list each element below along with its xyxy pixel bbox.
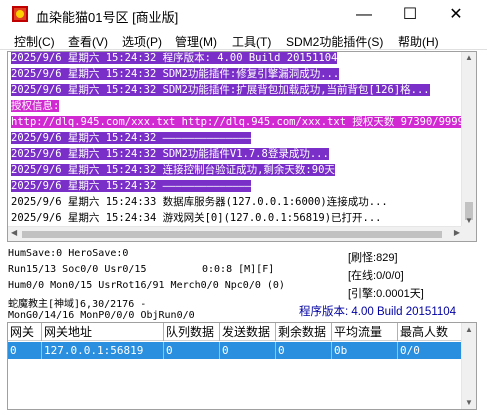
menu-control[interactable]: 控制(C) <box>14 33 55 50</box>
log-line: 2025/9/6 星期六 15:24:32 连接控制台验证成功,剩余天数:90天 <box>11 162 335 178</box>
scroll-down-arrow-icon[interactable]: ▼ <box>465 216 473 225</box>
log-line: http://dlq.945.com/xxx.txt http://dlq.94… <box>11 114 471 130</box>
column-header[interactable]: 网关 <box>8 323 42 341</box>
status-save: HumSave:0 HeroSave:0 <box>8 248 129 259</box>
log-line: 2025/9/6 星期六 15:24:34 游戏网关[0](127.0.0.1:… <box>11 210 382 226</box>
log-text: 2025/9/6 星期六 15:24:32 SDM2功能插件:修复引擎漏洞成功.… <box>11 68 340 80</box>
column-header[interactable]: 发送数据 <box>220 323 276 341</box>
scroll-thumb[interactable] <box>22 231 442 238</box>
log-text: http://dlq.945.com/xxx.txt http://dlq.94… <box>11 116 471 128</box>
log-text: 2025/9/6 星期六 15:24:32 程序版本: 4.00 Build 2… <box>11 52 338 64</box>
scroll-up-arrow-icon[interactable]: ▲ <box>465 53 473 62</box>
log-vertical-scrollbar[interactable]: ▲ ▼ <box>461 52 476 226</box>
log-panel[interactable]: 2025/9/6 星期六 15:24:32 程序版本: 4.00 Build 2… <box>7 51 477 242</box>
refresh-count: [刷怪:829] <box>348 252 398 264</box>
title-bar: 血染能猫01号区 [商业版] — ☐ ✕ <box>0 0 487 30</box>
log-line: 2025/9/6 星期六 15:24:32 SDM2功能插件:修复引擎漏洞成功.… <box>11 66 340 82</box>
log-text: 2025/9/6 星期六 15:24:32 连接控制台验证成功,剩余天数:90天 <box>11 164 335 176</box>
scroll-up-arrow-icon[interactable]: ▲ <box>465 325 473 334</box>
app-icon <box>12 6 28 22</box>
program-version: 程序版本: 4.00 Build 20151104 <box>299 306 457 318</box>
status-monsters: MonG0/14/16 MonP0/0/0 ObjRun0/0 <box>8 310 195 321</box>
log-text: 授权信息: <box>11 100 60 112</box>
column-header[interactable]: 队列数据 <box>164 323 220 341</box>
column-header[interactable]: 网关地址 <box>42 323 164 341</box>
scroll-left-arrow-icon[interactable]: ◀ <box>11 228 17 237</box>
column-header[interactable]: 最高人数 <box>398 323 463 341</box>
menu-view[interactable]: 查看(V) <box>68 33 108 50</box>
log-text: 2025/9/6 星期六 15:24:32 SDM2功能插件V1.7.8登录成功… <box>11 148 329 160</box>
table-cell: 0b <box>332 342 398 359</box>
log-text: 2025/9/6 星期六 15:24:33 数据库服务器(127.0.0.1:6… <box>11 196 388 208</box>
log-text: 2025/9/6 星期六 15:24:32 —————————————— <box>11 132 252 144</box>
engine-days: [引擎:0.0001天] <box>348 288 424 300</box>
table-header: 网关 网关地址 队列数据 发送数据 剩余数据 平均流量 最高人数 <box>8 323 476 341</box>
table-cell: 0 <box>164 342 220 359</box>
log-line: 2025/9/6 星期六 15:24:33 数据库服务器(127.0.0.1:6… <box>11 194 388 210</box>
status-timer: 0:0:8 [M][F] <box>202 264 275 275</box>
status-boss: 蛇魔教主[神域]6,30/2176 - <box>8 299 147 310</box>
window-title: 血染能猫01号区 [商业版] <box>36 10 179 25</box>
menu-sdm2-plugin[interactable]: SDM2功能插件(S) <box>286 33 383 50</box>
scroll-down-arrow-icon[interactable]: ▼ <box>465 398 473 407</box>
table-cell: 0 <box>220 342 276 359</box>
table-cell: 0 <box>276 342 332 359</box>
table-row[interactable]: 0 127.0.0.1:56819 0 0 0 0b 0/0 <box>8 342 463 359</box>
status-humans: Hum0/0 Mon0/15 UsrRot16/91 Merch0/0 Npc0… <box>8 280 285 291</box>
table-cell: 0 <box>8 342 42 359</box>
scroll-corner <box>461 226 476 241</box>
maximize-button[interactable]: ☐ <box>387 0 433 30</box>
menu-bar: 控制(C) 查看(V) 选项(P) 管理(M) 工具(T) SDM2功能插件(S… <box>0 30 487 50</box>
menu-options[interactable]: 选项(P) <box>122 33 162 50</box>
log-line: 2025/9/6 星期六 15:24:32 —————————————— <box>11 178 252 194</box>
log-text: 2025/9/6 星期六 15:24:32 SDM2功能插件:扩展背包加载成功,… <box>11 84 430 96</box>
close-button[interactable]: ✕ <box>433 0 479 30</box>
menu-help[interactable]: 帮助(H) <box>398 33 439 50</box>
log-text: 2025/9/6 星期六 15:24:32 —————————————— <box>11 180 252 192</box>
table-cell: 0/0 <box>398 342 463 359</box>
status-run: Run15/13 Soc0/0 Usr0/15 <box>8 264 147 275</box>
table-vertical-scrollbar[interactable]: ▲ ▼ <box>461 323 476 409</box>
log-line: 2025/9/6 星期六 15:24:32 —————————————— <box>11 130 252 146</box>
log-line: 2025/9/6 星期六 15:24:32 SDM2功能插件V1.7.8登录成功… <box>11 146 329 162</box>
gateway-table[interactable]: 网关 网关地址 队列数据 发送数据 剩余数据 平均流量 最高人数 0 127.0… <box>7 322 477 410</box>
minimize-button[interactable]: — <box>341 0 387 30</box>
scroll-right-arrow-icon[interactable]: ▶ <box>454 228 460 237</box>
log-line: 2025/9/6 星期六 15:24:32 程序版本: 4.00 Build 2… <box>11 52 338 66</box>
menu-tools[interactable]: 工具(T) <box>232 33 271 50</box>
table-cell: 127.0.0.1:56819 <box>42 342 164 359</box>
status-area: HumSave:0 HeroSave:0 Run15/13 Soc0/0 Usr… <box>0 243 487 321</box>
log-horizontal-scrollbar[interactable]: ◀ ▶ <box>8 226 463 241</box>
menu-manage[interactable]: 管理(M) <box>175 33 217 50</box>
log-text: 2025/9/6 星期六 15:24:34 游戏网关[0](127.0.0.1:… <box>11 212 382 224</box>
column-header[interactable]: 剩余数据 <box>276 323 332 341</box>
log-line: 授权信息: <box>11 98 60 114</box>
column-header[interactable]: 平均流量 <box>332 323 398 341</box>
log-line: 2025/9/6 星期六 15:24:32 SDM2功能插件:扩展背包加载成功,… <box>11 82 430 98</box>
online-count: [在线:0/0/0] <box>348 270 404 282</box>
